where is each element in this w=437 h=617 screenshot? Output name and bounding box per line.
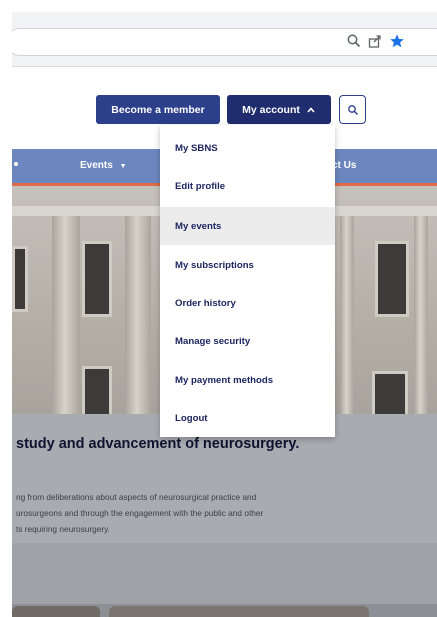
site-search-button[interactable] bbox=[339, 95, 366, 124]
building-window bbox=[82, 366, 112, 414]
hero-paragraph-line: urosurgeons and through the engagement w… bbox=[16, 508, 264, 518]
chevron-up-icon bbox=[307, 106, 315, 113]
browser-toolbar bbox=[12, 12, 437, 67]
hero-paragraph-line: ts requiring neurosurgery. bbox=[16, 524, 110, 534]
menu-item-my-events[interactable]: My events bbox=[160, 207, 335, 245]
search-icon[interactable] bbox=[343, 30, 365, 52]
star-icon[interactable] bbox=[386, 30, 408, 52]
screenshot-frame: Become a member My account Events ▼ ct U… bbox=[12, 12, 437, 617]
building-window bbox=[375, 241, 409, 317]
card-image[interactable] bbox=[109, 606, 369, 617]
nav-item-events-label: Events bbox=[80, 160, 113, 171]
share-icon[interactable] bbox=[364, 30, 386, 52]
building-window bbox=[12, 246, 28, 312]
search-icon bbox=[347, 104, 358, 115]
building-column bbox=[125, 216, 151, 414]
menu-item-logout[interactable]: Logout bbox=[160, 399, 335, 437]
caret-down-icon: ▼ bbox=[119, 163, 127, 170]
building-column bbox=[52, 216, 80, 414]
become-member-button[interactable]: Become a member bbox=[96, 95, 220, 124]
menu-item-my-payment-methods[interactable]: My payment methods bbox=[160, 361, 335, 399]
menu-item-order-history[interactable]: Order history bbox=[160, 284, 335, 322]
hero-paragraph-line: ng from deliberations about aspects of n… bbox=[16, 492, 257, 502]
menu-item-my-sbns[interactable]: My SBNS bbox=[160, 129, 335, 167]
nav-item-contact-us[interactable]: ct Us bbox=[332, 160, 356, 171]
building-column bbox=[414, 216, 428, 414]
nav-edge-marker bbox=[14, 162, 18, 166]
card-image[interactable] bbox=[12, 606, 100, 617]
hero-paragraph: ng from deliberations about aspects of n… bbox=[16, 489, 436, 537]
nav-item-events[interactable]: Events ▼ bbox=[80, 160, 127, 171]
building-column bbox=[340, 216, 354, 414]
menu-item-my-subscriptions[interactable]: My subscriptions bbox=[160, 246, 335, 284]
my-account-button[interactable]: My account bbox=[227, 95, 331, 124]
account-dropdown-menu: My SBNS Edit profile My events My subscr… bbox=[160, 125, 335, 437]
building-window bbox=[82, 241, 112, 317]
building-window bbox=[372, 371, 408, 414]
menu-item-edit-profile[interactable]: Edit profile bbox=[160, 167, 335, 205]
content-band-lower bbox=[12, 543, 437, 604]
hero-headline: study and advancement of neurosurgery. bbox=[16, 436, 300, 452]
menu-item-manage-security[interactable]: Manage security bbox=[160, 322, 335, 360]
my-account-label: My account bbox=[242, 103, 300, 116]
